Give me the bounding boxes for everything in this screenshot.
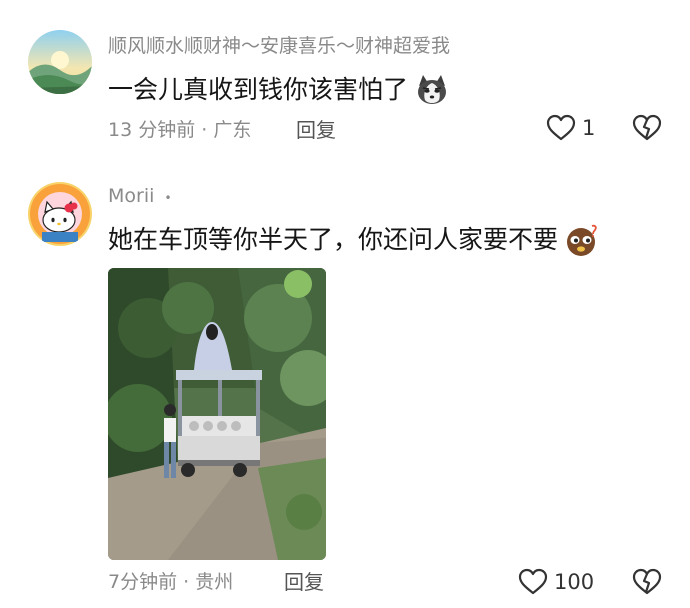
avatar[interactable] xyxy=(28,30,92,94)
heart-icon xyxy=(518,568,548,595)
landscape-avatar-icon xyxy=(28,30,92,94)
comment-item: 顺风顺水顺财神～安康喜乐～财神超爱我 一会儿真收到钱你该害怕了 13 分钟前 ·… xyxy=(0,0,690,160)
comment-text: 她在车顶等你半天了，你还问人家要不要 xyxy=(108,222,600,258)
reply-button[interactable]: 回复 xyxy=(296,118,336,142)
comment-meta: 13 分钟前 · 广东 xyxy=(108,119,252,141)
broken-heart-icon xyxy=(632,568,662,595)
avatar[interactable] xyxy=(28,182,92,246)
comment-text-body: 一会儿真收到钱你该害怕了 xyxy=(108,75,409,104)
username[interactable]: Morii • xyxy=(108,184,172,210)
comment-text-body: 她在车顶等你半天了，你还问人家要不要 xyxy=(108,225,559,254)
hello-kitty-avatar-icon xyxy=(28,182,92,246)
like-button[interactable]: 100 xyxy=(518,568,594,596)
reply-button[interactable]: 回复 xyxy=(284,570,324,594)
comment-meta: 7分钟前 · 贵州 xyxy=(108,571,234,593)
like-count: 1 xyxy=(582,116,596,140)
username[interactable]: 顺风顺水顺财神～安康喜乐～财神超爱我 xyxy=(108,34,450,58)
like-button[interactable]: 1 xyxy=(546,114,595,142)
like-count: 100 xyxy=(554,570,595,594)
ghost-on-truck-photo[interactable] xyxy=(108,268,326,560)
comment-text: 一会儿真收到钱你该害怕了 xyxy=(108,72,450,108)
shy-face-emoji-icon xyxy=(564,222,600,258)
username-text: Morii xyxy=(108,185,155,207)
username-dot: • xyxy=(164,191,172,205)
dislike-button[interactable] xyxy=(632,114,662,146)
comment-item: Morii • 她在车顶等你半天了，你还问人家要不要 7分钟前 · 贵州 回复 … xyxy=(0,160,690,608)
heart-icon xyxy=(546,114,576,141)
husky-dog-emoji-icon xyxy=(414,72,450,108)
broken-heart-icon xyxy=(632,114,662,141)
dislike-button[interactable] xyxy=(632,568,662,600)
ghost-on-truck-image xyxy=(108,268,326,560)
